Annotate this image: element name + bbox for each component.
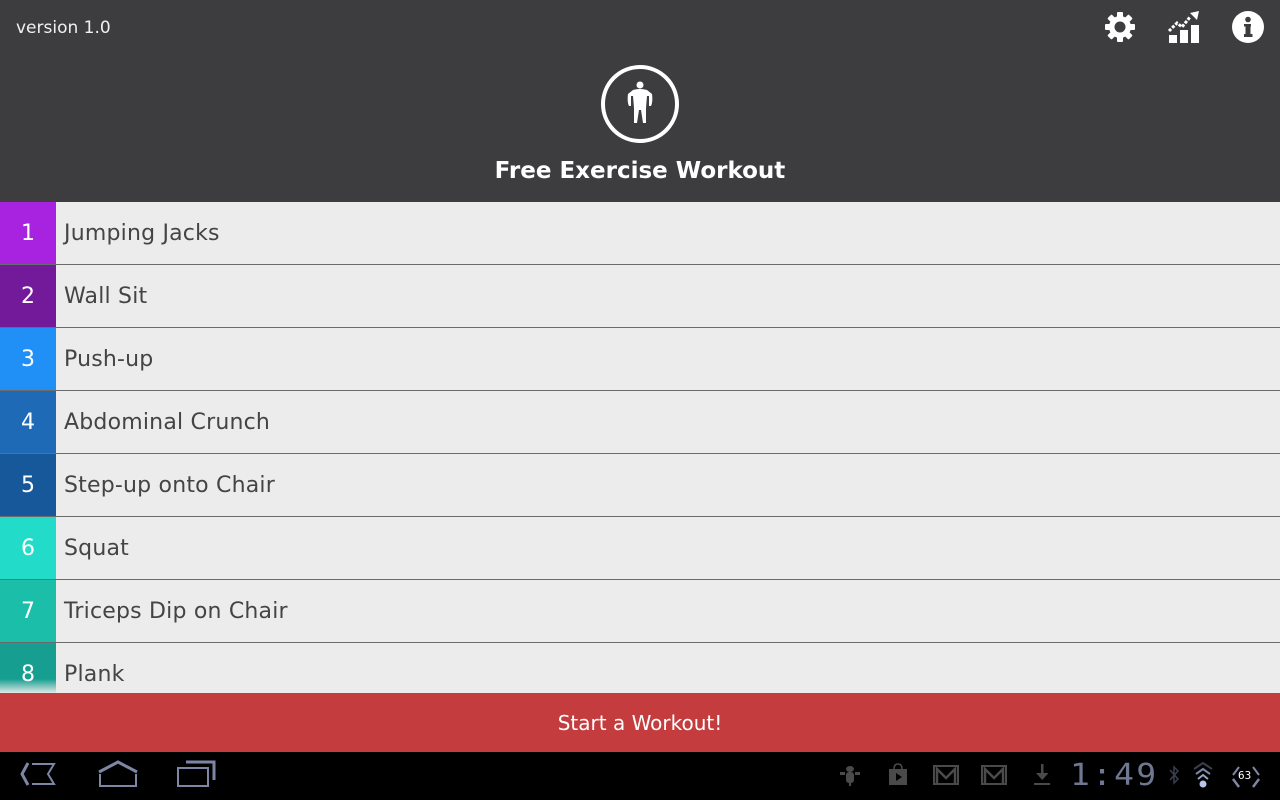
exercise-row[interactable]: 7 Triceps Dip on Chair xyxy=(0,580,1280,643)
notification-gmail-1[interactable] xyxy=(933,764,959,790)
wifi-status xyxy=(1190,761,1216,793)
settings-button[interactable] xyxy=(1088,10,1152,48)
exercise-number: 2 xyxy=(0,265,56,327)
gmail-icon xyxy=(933,764,959,790)
start-workout-button[interactable]: Start a Workout! xyxy=(0,693,1280,752)
progress-button[interactable] xyxy=(1152,10,1216,48)
notification-gmail-2[interactable] xyxy=(981,764,1007,790)
exercise-row[interactable]: 4 Abdominal Crunch xyxy=(0,391,1280,454)
exercise-row[interactable]: 2 Wall Sit xyxy=(0,265,1280,328)
exercise-number: 5 xyxy=(0,454,56,516)
back-icon xyxy=(18,761,58,791)
battery-level: 63 xyxy=(1238,769,1252,782)
app-logo xyxy=(600,64,680,144)
app-header: version 1.0 Free Exercise Workout xyxy=(0,0,1280,202)
exercise-name: Abdominal Crunch xyxy=(64,409,271,435)
exercise-number: 8 xyxy=(0,643,56,693)
exercise-row[interactable]: 1 Jumping Jacks xyxy=(0,202,1280,265)
app-title: Free Exercise Workout xyxy=(494,158,786,184)
exercise-number: 4 xyxy=(0,391,56,453)
gmail-icon xyxy=(981,764,1007,790)
exercise-name: Squat xyxy=(64,535,129,561)
exercise-row[interactable]: 5 Step-up onto Chair xyxy=(0,454,1280,517)
exercise-row[interactable]: 3 Push-up xyxy=(0,328,1280,391)
info-button[interactable] xyxy=(1216,10,1280,48)
bluetooth-status xyxy=(1164,764,1184,790)
exercise-name: Wall Sit xyxy=(64,283,148,309)
info-icon xyxy=(1231,10,1265,48)
clock[interactable]: 1:49 xyxy=(1070,758,1158,793)
body-figure-icon xyxy=(600,65,680,148)
progress-chart-icon xyxy=(1166,9,1202,49)
settings-gear-icon xyxy=(1103,10,1137,48)
system-bar: 1:49 63 xyxy=(0,752,1280,800)
back-button[interactable] xyxy=(8,760,68,792)
wifi-icon xyxy=(1192,761,1214,793)
play-store-icon xyxy=(886,763,910,791)
exercise-name: Push-up xyxy=(64,346,154,372)
exercise-number: 7 xyxy=(0,580,56,642)
notification-debug[interactable] xyxy=(837,764,863,790)
notification-download[interactable] xyxy=(1029,764,1055,790)
exercise-list[interactable]: 1 Jumping Jacks 2 Wall Sit 3 Push-up 4 A… xyxy=(0,202,1280,693)
android-debug-icon xyxy=(838,763,862,791)
exercise-name: Triceps Dip on Chair xyxy=(64,598,288,624)
home-icon xyxy=(97,760,139,792)
recent-apps-button[interactable] xyxy=(166,760,226,792)
exercise-name: Step-up onto Chair xyxy=(64,472,275,498)
recent-apps-icon xyxy=(176,760,216,792)
header-actions xyxy=(1088,10,1280,48)
exercise-name: Plank xyxy=(64,661,125,687)
exercise-row[interactable]: 8 Plank xyxy=(0,643,1280,693)
home-button[interactable] xyxy=(88,760,148,792)
exercise-number: 1 xyxy=(0,202,56,264)
notification-play-store[interactable] xyxy=(885,763,911,791)
battery-icon: 63 xyxy=(1230,764,1262,790)
version-label: version 1.0 xyxy=(16,18,111,38)
exercise-number: 6 xyxy=(0,517,56,579)
exercise-row[interactable]: 6 Squat xyxy=(0,517,1280,580)
download-icon xyxy=(1031,763,1053,791)
exercise-name: Jumping Jacks xyxy=(64,220,220,246)
exercise-number: 3 xyxy=(0,328,56,390)
battery-status: 63 xyxy=(1230,764,1262,790)
bluetooth-icon xyxy=(1168,764,1180,790)
